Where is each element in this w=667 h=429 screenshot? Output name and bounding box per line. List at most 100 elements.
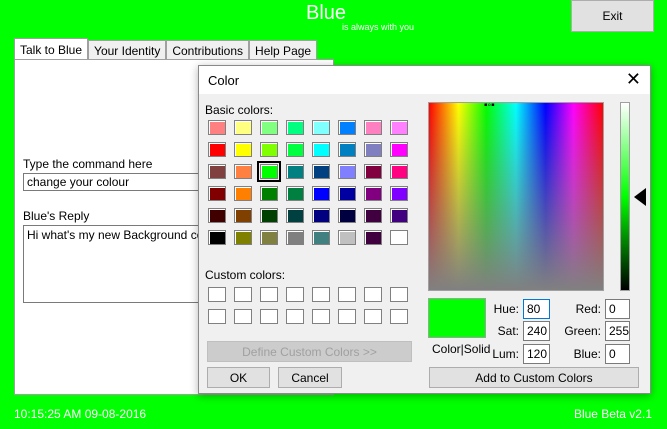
define-custom-colors-button: Define Custom Colors >>	[207, 341, 412, 362]
basic-color-swatch[interactable]	[234, 230, 252, 245]
luminosity-arrow-icon[interactable]	[634, 188, 646, 206]
add-to-custom-colors-button[interactable]: Add to Custom Colors	[429, 367, 639, 388]
custom-color-swatch[interactable]	[364, 309, 382, 324]
sat-field[interactable]: 240	[523, 321, 550, 341]
basic-color-swatch[interactable]	[338, 164, 356, 179]
basic-color-swatch[interactable]	[338, 120, 356, 135]
basic-color-swatch[interactable]	[312, 142, 330, 157]
basic-color-swatch[interactable]	[312, 230, 330, 245]
custom-color-swatch[interactable]	[312, 309, 330, 324]
basic-color-swatch[interactable]	[312, 164, 330, 179]
status-version: Blue Beta v2.1	[573, 407, 652, 421]
basic-color-swatch[interactable]	[364, 142, 382, 157]
blue-field[interactable]: 0	[605, 344, 630, 364]
basic-color-swatch[interactable]	[234, 208, 252, 223]
basic-color-swatch[interactable]	[260, 186, 278, 201]
basic-color-swatch[interactable]	[390, 230, 408, 245]
basic-color-swatch[interactable]	[286, 120, 304, 135]
basic-color-swatch[interactable]	[338, 186, 356, 201]
custom-color-swatch[interactable]	[364, 287, 382, 302]
basic-color-swatch[interactable]	[260, 230, 278, 245]
basic-color-swatch[interactable]	[208, 164, 226, 179]
color-spectrum[interactable]: ▪◦▪	[428, 101, 604, 291]
dialog-titlebar: Color ✕	[199, 66, 650, 94]
basic-color-swatch[interactable]	[364, 120, 382, 135]
basic-color-swatch[interactable]	[260, 208, 278, 223]
basic-color-swatch[interactable]	[364, 186, 382, 201]
custom-color-swatch[interactable]	[234, 287, 252, 302]
basic-color-swatch[interactable]	[286, 164, 304, 179]
app-subtitle: is always with you	[342, 22, 415, 32]
color-preview	[428, 298, 486, 338]
basic-color-swatch[interactable]	[260, 142, 278, 157]
basic-color-swatch[interactable]	[234, 186, 252, 201]
basic-color-swatch[interactable]	[234, 164, 252, 179]
basic-color-swatch[interactable]	[234, 120, 252, 135]
tab-your-identity[interactable]: Your Identity	[88, 40, 167, 61]
basic-color-swatch[interactable]	[312, 186, 330, 201]
custom-color-swatch[interactable]	[208, 309, 226, 324]
custom-color-swatch[interactable]	[390, 309, 408, 324]
basic-colors-label: Basic colors:	[205, 103, 274, 117]
command-input[interactable]: change your colour	[23, 173, 213, 191]
custom-color-swatch[interactable]	[286, 287, 304, 302]
dialog-title: Color	[208, 73, 240, 88]
green-label: Green:	[564, 324, 601, 338]
custom-color-swatch[interactable]	[338, 287, 356, 302]
basic-color-swatch[interactable]	[286, 230, 304, 245]
basic-color-swatch[interactable]	[364, 208, 382, 223]
custom-color-swatch[interactable]	[260, 309, 278, 324]
basic-color-swatch[interactable]	[312, 120, 330, 135]
green-field[interactable]: 255	[605, 321, 630, 341]
basic-color-swatch[interactable]	[312, 208, 330, 223]
basic-color-swatch[interactable]	[390, 208, 408, 223]
custom-colors-grid	[208, 287, 408, 324]
blue-label: Blue:	[573, 347, 601, 361]
lum-field[interactable]: 120	[523, 344, 550, 364]
basic-color-swatch[interactable]	[286, 186, 304, 201]
status-datetime: 10:15:25 AM 09-08-2016	[14, 407, 147, 421]
tab-contributions[interactable]: Contributions	[166, 40, 250, 61]
luminosity-slider[interactable]	[620, 102, 630, 291]
basic-color-swatch[interactable]	[208, 230, 226, 245]
custom-color-swatch[interactable]	[260, 287, 278, 302]
custom-color-swatch[interactable]	[338, 309, 356, 324]
lum-label: Lum:	[492, 347, 519, 361]
basic-color-swatch[interactable]	[390, 142, 408, 157]
basic-color-swatch[interactable]	[338, 142, 356, 157]
color-dialog: Color ✕ Basic colors: Custom colors: Def…	[198, 65, 651, 394]
basic-color-swatch[interactable]	[364, 164, 382, 179]
reply-label: Blue's Reply	[23, 209, 90, 223]
hue-field[interactable]: 80	[523, 299, 550, 319]
custom-color-swatch[interactable]	[208, 287, 226, 302]
basic-color-swatch[interactable]	[208, 208, 226, 223]
custom-color-swatch[interactable]	[390, 287, 408, 302]
ok-button[interactable]: OK	[207, 367, 270, 388]
reply-textbox[interactable]: Hi what's my new Background colour	[23, 225, 213, 303]
close-icon[interactable]: ✕	[626, 70, 641, 88]
basic-color-swatch[interactable]	[208, 120, 226, 135]
tab-help-page[interactable]: Help Page	[249, 40, 318, 61]
basic-color-swatch[interactable]	[208, 186, 226, 201]
basic-color-swatch[interactable]	[364, 230, 382, 245]
basic-color-swatch[interactable]	[390, 120, 408, 135]
basic-color-swatch[interactable]	[390, 164, 408, 179]
red-field[interactable]: 0	[605, 299, 630, 319]
color-solid-label: Color|Solid	[432, 342, 491, 356]
custom-color-swatch[interactable]	[234, 309, 252, 324]
tab-talk-to-blue[interactable]: Talk to Blue	[14, 38, 89, 61]
basic-color-swatch[interactable]	[286, 208, 304, 223]
exit-button[interactable]: Exit	[571, 0, 654, 32]
basic-color-swatch[interactable]	[208, 142, 226, 157]
basic-color-swatch[interactable]	[338, 230, 356, 245]
basic-color-swatch[interactable]	[390, 186, 408, 201]
basic-color-swatch[interactable]	[286, 142, 304, 157]
basic-color-swatch[interactable]	[338, 208, 356, 223]
cancel-button[interactable]: Cancel	[278, 367, 342, 388]
sat-label: Sat:	[497, 324, 519, 338]
custom-color-swatch[interactable]	[286, 309, 304, 324]
basic-color-swatch[interactable]	[260, 120, 278, 135]
custom-color-swatch[interactable]	[312, 287, 330, 302]
basic-color-swatch[interactable]	[234, 142, 252, 157]
basic-color-swatch[interactable]	[257, 161, 281, 182]
